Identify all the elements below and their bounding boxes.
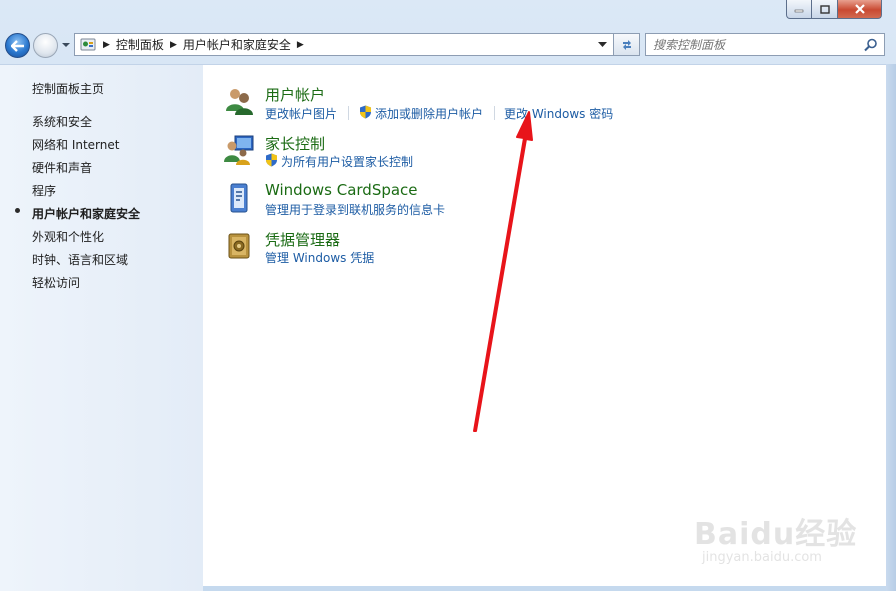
sidebar-item-clock-language-region[interactable]: 时钟、语言和区域: [32, 251, 128, 268]
breadcrumb-separator-icon[interactable]: ▶: [170, 40, 177, 50]
user-accounts-title[interactable]: 用户帐户: [265, 84, 325, 105]
search-box[interactable]: [645, 33, 885, 56]
back-button[interactable]: [5, 33, 30, 58]
search-input[interactable]: [646, 34, 863, 55]
content-pane: 用户帐户 更改帐户图片 添加或删除用户帐户 更改 Windows 密码 家长控制…: [203, 64, 886, 586]
manage-windows-credentials-link[interactable]: 管理 Windows 凭据: [265, 249, 374, 266]
parental-controls-title[interactable]: 家长控制: [265, 133, 325, 154]
watermark-brand: Baidu经验: [694, 517, 858, 552]
back-arrow-icon: [10, 39, 24, 52]
sidebar-item-system-security[interactable]: 系统和安全: [32, 113, 92, 130]
link-divider: [494, 106, 495, 120]
minimize-icon: [794, 9, 804, 13]
search-icon[interactable]: [864, 38, 878, 52]
uac-shield-icon: [360, 105, 371, 119]
credential-manager-title[interactable]: 凭据管理器: [265, 229, 340, 250]
change-windows-password-link[interactable]: 更改 Windows 密码: [504, 105, 613, 122]
refresh-button[interactable]: [614, 33, 640, 56]
change-account-picture-link[interactable]: 更改帐户图片: [265, 105, 337, 122]
watermark: Baidu经验 jingyan.baidu.com: [686, 491, 866, 581]
sidebar-item-user-accounts[interactable]: 用户帐户和家庭安全: [32, 205, 140, 222]
sidebar: 控制面板主页 系统和安全 网络和 Internet 硬件和声音 程序 用户帐户和…: [0, 64, 203, 591]
breadcrumb-control-panel[interactable]: 控制面板: [116, 36, 164, 53]
sidebar-item-programs[interactable]: 程序: [32, 182, 56, 199]
breadcrumb-separator-icon[interactable]: ▶: [103, 40, 110, 50]
minimize-button[interactable]: [786, 0, 812, 19]
window-controls: [786, 0, 882, 19]
maximize-icon: [819, 4, 830, 14]
maximize-button[interactable]: [812, 0, 838, 19]
control-panel-icon: [80, 38, 96, 50]
credential-manager-icon[interactable]: [223, 230, 255, 262]
close-button[interactable]: [838, 0, 882, 19]
active-item-bullet-icon: [15, 208, 20, 213]
add-remove-user-accounts-link[interactable]: 添加或删除用户帐户: [375, 105, 483, 122]
sidebar-item-hardware-sound[interactable]: 硬件和声音: [32, 159, 92, 176]
breadcrumb-user-accounts-family-safety[interactable]: 用户帐户和家庭安全: [183, 36, 291, 53]
sidebar-item-ease-of-access[interactable]: 轻松访问: [32, 274, 80, 291]
manage-information-cards-link[interactable]: 管理用于登录到联机服务的信息卡: [265, 201, 445, 218]
watermark-url: jingyan.baidu.com: [702, 550, 822, 565]
close-icon: [854, 4, 865, 14]
cardspace-icon[interactable]: [223, 182, 255, 214]
forward-button[interactable]: [33, 33, 58, 58]
sidebar-item-network-internet[interactable]: 网络和 Internet: [32, 136, 119, 153]
address-bar[interactable]: ▶ 控制面板 ▶ 用户帐户和家庭安全 ▶: [74, 33, 614, 56]
sidebar-item-appearance[interactable]: 外观和个性化: [32, 228, 104, 245]
refresh-icon: [622, 39, 631, 50]
sidebar-home-link[interactable]: 控制面板主页: [32, 80, 104, 97]
uac-shield-icon: [266, 153, 277, 167]
address-dropdown-icon[interactable]: [598, 41, 607, 48]
user-accounts-icon[interactable]: [223, 85, 255, 117]
link-divider: [348, 106, 349, 120]
window-right-border: [886, 64, 896, 591]
explorer-window: ▶ 控制面板 ▶ 用户帐户和家庭安全 ▶ 控制面板主页 系统和安全 网络和 In…: [0, 0, 896, 591]
breadcrumb-separator-icon[interactable]: ▶: [297, 40, 304, 50]
recent-pages-dropdown-icon[interactable]: [61, 40, 71, 50]
set-up-parental-controls-link[interactable]: 为所有用户设置家长控制: [281, 153, 413, 170]
cardspace-title[interactable]: Windows CardSpace: [265, 181, 418, 199]
parental-controls-icon[interactable]: [223, 134, 255, 166]
